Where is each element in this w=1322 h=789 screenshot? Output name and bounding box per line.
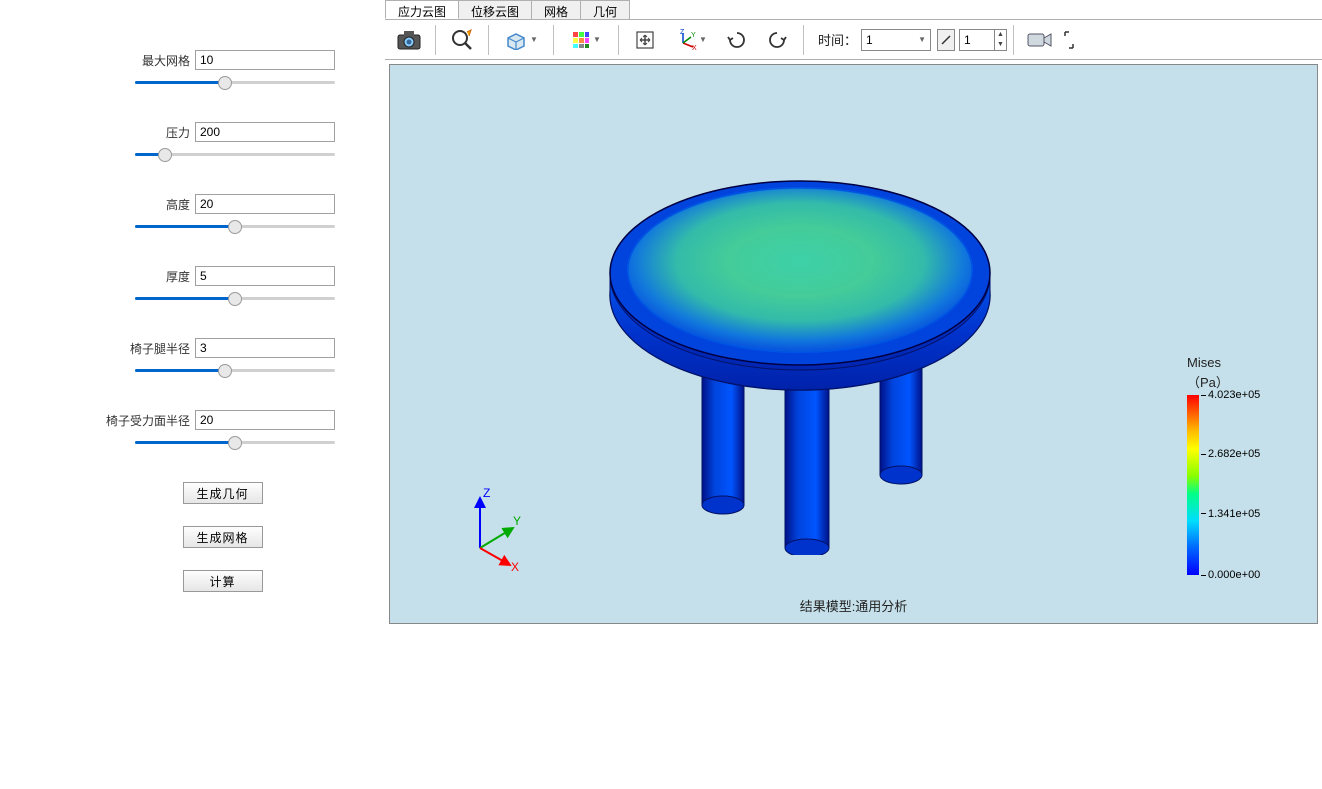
generate-geometry-button[interactable]: 生成几何	[183, 482, 263, 504]
svg-text:X: X	[511, 560, 519, 573]
spinner-down-icon[interactable]: ▼	[995, 40, 1006, 50]
display-mode-button[interactable]: ▼	[497, 23, 545, 57]
tab-2[interactable]: 网格	[531, 0, 581, 19]
spinner-up-icon[interactable]: ▲	[995, 30, 1006, 40]
rotate-ccw-button[interactable]	[719, 23, 755, 57]
param-label: 压力	[166, 124, 190, 141]
param-input-4[interactable]	[195, 338, 335, 358]
screenshot-button[interactable]	[391, 23, 427, 57]
viewport-3d[interactable]: Z Y X Mises （Pa） 4.023e+052.682e+051.341…	[389, 64, 1318, 624]
step-button[interactable]	[937, 29, 955, 51]
fit-view-button[interactable]	[627, 23, 663, 57]
param-group-1: 压力	[50, 122, 335, 164]
svg-text:Z: Z	[680, 29, 685, 36]
param-input-0[interactable]	[195, 50, 335, 70]
legend-tick: 0.000e+00	[1201, 569, 1260, 581]
time-label: 时间：	[818, 30, 857, 49]
camera-button[interactable]	[1022, 23, 1058, 57]
svg-text:Z: Z	[483, 486, 490, 500]
main-area: 应力云图位移云图网格几何 ▼	[385, 0, 1322, 789]
param-slider-1[interactable]	[135, 146, 335, 164]
svg-text:Y: Y	[691, 32, 696, 39]
frame-spinner[interactable]: 1 ▲ ▼	[959, 29, 1007, 51]
frame-value: 1	[964, 33, 971, 47]
generate-mesh-button[interactable]: 生成网格	[183, 526, 263, 548]
tab-bar: 应力云图位移云图网格几何	[385, 0, 1322, 20]
tab-0[interactable]: 应力云图	[385, 0, 459, 19]
viewport-container: Z Y X Mises （Pa） 4.023e+052.682e+051.341…	[385, 60, 1322, 789]
param-input-3[interactable]	[195, 266, 335, 286]
tab-1[interactable]: 位移云图	[458, 0, 532, 19]
legend-tick: 4.023e+05	[1201, 389, 1260, 401]
zoom-button[interactable]	[444, 23, 480, 57]
stool-model	[590, 115, 1010, 555]
time-select[interactable]: 1	[861, 29, 931, 51]
param-group-2: 高度	[50, 194, 335, 236]
param-label: 最大网格	[142, 52, 190, 69]
legend-title: Mises	[1187, 355, 1287, 370]
svg-text:Y: Y	[513, 514, 521, 528]
param-input-2[interactable]	[195, 194, 335, 214]
param-input-1[interactable]	[195, 122, 335, 142]
legend-bar	[1187, 395, 1199, 575]
param-group-0: 最大网格	[50, 50, 335, 92]
param-slider-0[interactable]	[135, 74, 335, 92]
rotate-cw-button[interactable]	[759, 23, 795, 57]
param-group-4: 椅子腿半径	[50, 338, 335, 380]
param-slider-3[interactable]	[135, 290, 335, 308]
param-group-5: 椅子受力面半径	[50, 410, 335, 452]
param-group-3: 厚度	[50, 266, 335, 308]
result-caption: 结果模型:通用分析	[800, 596, 908, 615]
sidebar: 最大网格 压力 高度 厚度	[0, 0, 385, 789]
param-label: 椅子受力面半径	[106, 412, 190, 429]
colormap-button[interactable]: ▼	[562, 23, 610, 57]
time-value: 1	[866, 33, 873, 47]
expand-button[interactable]	[1062, 23, 1076, 57]
chevron-down-icon: ▼	[593, 35, 601, 44]
svg-text:X: X	[692, 45, 697, 51]
action-buttons: 生成几何 生成网格 计算	[110, 482, 335, 592]
tab-3[interactable]: 几何	[580, 0, 630, 19]
legend-tick: 1.341e+05	[1201, 508, 1260, 520]
toolbar: ▼ ▼	[385, 20, 1322, 60]
axis-triad: Z Y X	[465, 483, 535, 573]
chevron-down-icon: ▼	[699, 35, 707, 44]
param-input-5[interactable]	[195, 410, 335, 430]
color-legend: Mises （Pa） 4.023e+052.682e+051.341e+050.…	[1187, 355, 1287, 575]
param-label: 高度	[166, 196, 190, 213]
param-slider-2[interactable]	[135, 218, 335, 236]
param-label: 椅子腿半径	[130, 340, 190, 357]
legend-tick: 2.682e+05	[1201, 448, 1260, 460]
param-label: 厚度	[166, 268, 190, 285]
chevron-down-icon: ▼	[530, 35, 538, 44]
axes-view-button[interactable]: Z X Y ▼	[667, 23, 715, 57]
compute-button[interactable]: 计算	[183, 570, 263, 592]
param-slider-4[interactable]	[135, 362, 335, 380]
param-slider-5[interactable]	[135, 434, 335, 452]
